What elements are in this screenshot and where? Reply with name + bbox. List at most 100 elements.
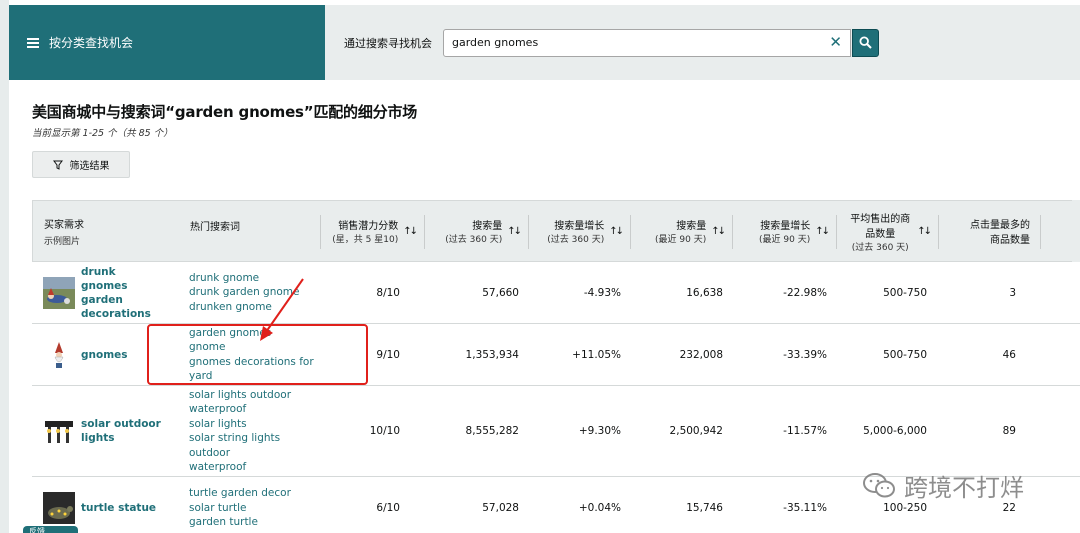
column-label: 销售潜力分数: [338, 221, 399, 232]
column-label: 搜索量增长: [554, 221, 605, 232]
table-row[interactable]: solar outdoor lights solar lights outdoo…: [32, 386, 1080, 477]
search-button[interactable]: [852, 28, 879, 57]
hamburger-menu-icon: [27, 37, 39, 48]
feedback-tab-label: 反馈: [29, 527, 45, 533]
column-header-buyer-need: 买家需求 示例图片: [33, 201, 179, 261]
column-sublabel: (最近 90 天): [759, 235, 811, 245]
growth-360-cell: +0.04%: [578, 502, 621, 514]
search-label: 通过搜索寻找机会: [344, 36, 432, 50]
column-header-sales-potential[interactable]: 销售潜力分数 (星，共 5 星10) ↑↓: [321, 201, 425, 261]
sort-icon[interactable]: ↑↓: [711, 226, 726, 237]
sort-icon[interactable]: ↑↓: [403, 226, 418, 237]
column-label: 搜索量增长: [760, 221, 811, 232]
niche-cell: turtle statue: [32, 477, 178, 533]
column-label: 点击量最多的商品数量: [970, 220, 1030, 246]
top-terms-cell: drunk gnome drunk garden gnome drunken g…: [178, 262, 320, 323]
units-sold-cell: 500-750: [883, 348, 927, 361]
growth-360-cell: -4.93%: [583, 286, 621, 299]
search-term-link[interactable]: waterproof: [189, 460, 320, 475]
search-term-link[interactable]: solar string lights outdoor: [189, 431, 320, 460]
volume-90-cell: 15,746: [686, 502, 723, 514]
column-header-volume-360[interactable]: 搜索量 (过去 360 天) ↑↓: [425, 201, 529, 261]
sort-icon[interactable]: ↑↓: [609, 226, 624, 237]
results-count: 当前显示第 1-25 个（共 85 个）: [32, 128, 173, 139]
wechat-icon: [863, 472, 895, 497]
volume-360-cell: 57,660: [482, 286, 519, 299]
search-term-link[interactable]: gnomes decorations for yard: [189, 355, 320, 384]
column-label: 平均售出的商品数量: [850, 213, 911, 240]
search-term-link[interactable]: drunk gnome: [189, 271, 300, 286]
column-header-top-terms: 热门搜索词: [179, 201, 321, 261]
potential-cell: 8/10: [376, 286, 400, 299]
niche-cell: solar outdoor lights: [32, 386, 178, 476]
growth-90-cell: -35.11%: [783, 502, 827, 514]
search-panel: 通过搜索寻找机会 garden gnomes ✕: [325, 5, 1080, 80]
filter-icon: [52, 160, 63, 170]
niche-name-link[interactable]: turtle statue: [81, 501, 161, 515]
growth-90-cell: -11.57%: [783, 425, 827, 437]
column-header-top-clicked[interactable]: 点击量最多的商品数量: [939, 201, 1041, 261]
top-clicked-cell: 3: [1009, 286, 1016, 299]
niche-thumbnail: [43, 415, 75, 447]
search-term-link[interactable]: solar turtle: [189, 501, 291, 516]
column-header-volume-90[interactable]: 搜索量 (最近 90 天) ↑↓: [631, 201, 733, 261]
search-term-link[interactable]: garden gnomes: [189, 326, 320, 341]
growth-360-cell: +9.30%: [578, 425, 621, 437]
top-terms-cell: turtle garden decor solar turtle garden …: [178, 477, 320, 533]
watermark-text: 跨境不打烊: [904, 474, 1024, 502]
niche-name-link[interactable]: drunk gnomes garden decorations: [81, 265, 161, 321]
top-clicked-cell: 46: [1002, 348, 1016, 361]
search-term-link[interactable]: waterproof: [189, 402, 320, 417]
volume-90-cell: 16,638: [686, 286, 723, 299]
column-label: 搜索量: [472, 221, 503, 232]
niche-thumbnail: [43, 338, 75, 371]
column-sublabel: (过去 360 天): [547, 235, 605, 245]
column-header-growth-360[interactable]: 搜索量增长 (过去 360 天) ↑↓: [529, 201, 631, 261]
growth-90-cell: -33.39%: [783, 348, 827, 361]
volume-360-cell: 1,353,934: [465, 348, 519, 361]
clear-search-icon[interactable]: ✕: [829, 35, 842, 50]
column-sublabel: (星，共 5 星10): [332, 235, 399, 245]
column-header-growth-90[interactable]: 搜索量增长 (最近 90 天) ↑↓: [733, 201, 837, 261]
column-header-units-sold[interactable]: 平均售出的商品数量 (过去 360 天) ↑↓: [837, 201, 939, 261]
search-term-link[interactable]: drunk garden gnome: [189, 285, 300, 300]
niche-cell: drunk gnomes garden decorations: [32, 262, 178, 323]
filter-results-button[interactable]: 筛选结果: [32, 151, 130, 178]
search-term-link[interactable]: gnome: [189, 340, 320, 355]
sort-icon[interactable]: ↑↓: [507, 226, 522, 237]
volume-90-cell: 232,008: [679, 348, 723, 361]
units-sold-cell: 5,000-6,000: [863, 425, 927, 437]
search-icon: [859, 36, 872, 49]
niche-name-link[interactable]: solar outdoor lights: [81, 417, 161, 445]
niche-thumbnail: [43, 492, 75, 524]
column-sublabel: (过去 360 天): [445, 235, 503, 245]
sort-icon[interactable]: ↑↓: [815, 226, 830, 237]
growth-90-cell: -22.98%: [783, 286, 827, 299]
volume-90-cell: 2,500,942: [669, 425, 723, 437]
category-browse-button[interactable]: 按分类查找机会: [9, 5, 325, 80]
category-browse-label: 按分类查找机会: [49, 36, 134, 50]
potential-cell: 10/10: [369, 425, 400, 437]
sort-icon[interactable]: ↑↓: [917, 226, 932, 237]
table-row[interactable]: drunk gnomes garden decorations drunk gn…: [32, 262, 1080, 324]
feedback-tab[interactable]: 反馈: [23, 526, 78, 533]
page-title: 美国商城中与搜索词“garden gnomes”匹配的细分市场: [32, 103, 418, 121]
top-clicked-cell: 89: [1002, 425, 1016, 437]
niche-name-link[interactable]: gnomes: [81, 348, 161, 362]
left-gutter: [0, 0, 9, 533]
search-term-link[interactable]: drunken gnome: [189, 300, 300, 315]
table-row[interactable]: gnomes garden gnomes gnome gnomes decora…: [32, 324, 1080, 386]
column-sublabel: 示例图片: [44, 236, 81, 247]
column-label: 热门搜索词: [190, 222, 240, 233]
column-sublabel: (过去 360 天): [851, 242, 909, 253]
search-term-link[interactable]: solar lights outdoor: [189, 388, 320, 403]
top-terms-cell: solar lights outdoor waterproof solar li…: [178, 386, 320, 476]
search-term-link[interactable]: solar lights: [189, 417, 320, 432]
niche-thumbnail: [43, 276, 75, 309]
search-input[interactable]: garden gnomes ✕: [443, 28, 851, 57]
potential-cell: 9/10: [376, 348, 400, 361]
growth-360-cell: +11.05%: [572, 348, 621, 361]
search-term-link[interactable]: garden turtle: [189, 515, 291, 530]
search-input-value: garden gnomes: [452, 36, 539, 49]
search-term-link[interactable]: turtle garden decor: [189, 486, 291, 501]
